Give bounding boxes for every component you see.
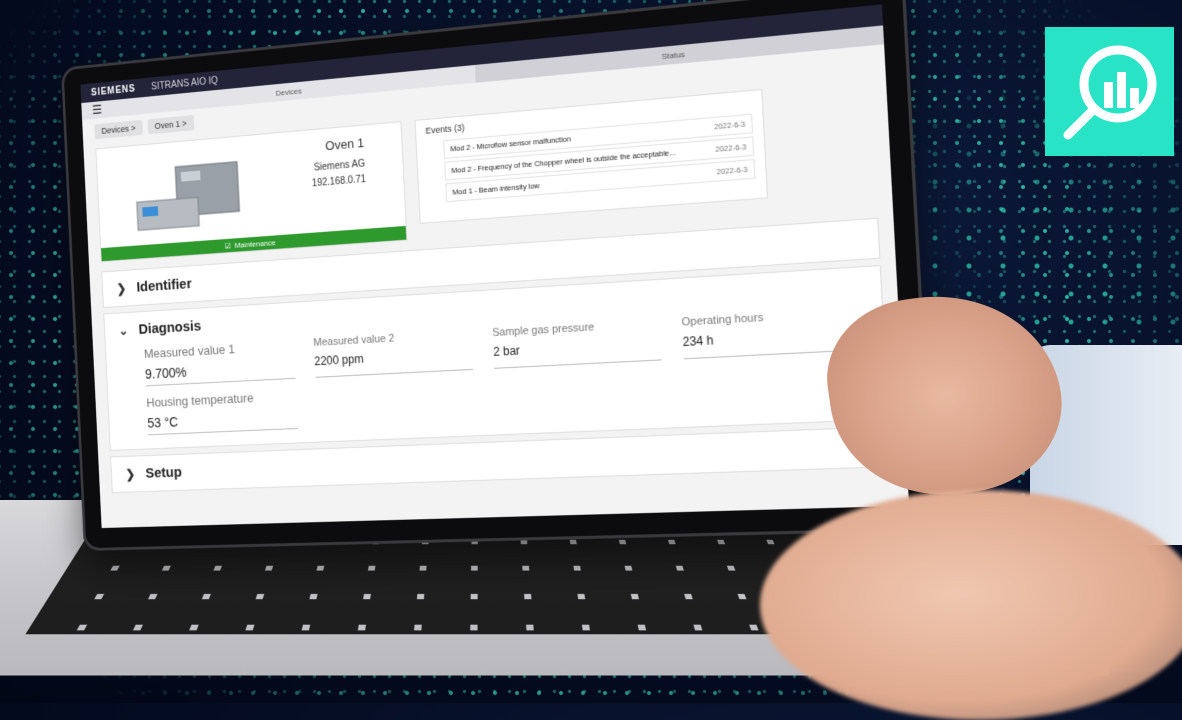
identifier-title: Identifier bbox=[136, 275, 193, 296]
chevron-right-icon: ❯ bbox=[125, 466, 136, 481]
event-date: 2022-6-3 bbox=[716, 164, 748, 177]
status-label: Maintenance bbox=[234, 237, 276, 250]
product-label: SITRANS AIO IQ bbox=[150, 75, 219, 93]
chevron-down-icon: ⌄ bbox=[118, 322, 129, 338]
field-value: 2 bar bbox=[492, 343, 521, 359]
hand-typing bbox=[760, 490, 1182, 720]
event-text: Mod 1 - Beam intensity low bbox=[452, 181, 540, 197]
field-value: 9.700% bbox=[144, 364, 187, 382]
device-info: Oven 1 Siemens AG 192.168.0.71 bbox=[310, 135, 366, 192]
hamburger-icon[interactable]: ☰ bbox=[81, 101, 112, 119]
logo-magnifier-chart-icon bbox=[1045, 27, 1174, 156]
device-image bbox=[132, 157, 250, 234]
field-housing-temperature: Housing temperature 53 °C bbox=[146, 388, 298, 436]
field-measured-value-1: Measured value 1 9.700% bbox=[143, 338, 296, 387]
device-ip: 192.168.0.71 bbox=[311, 174, 367, 190]
laptop-bezel: SIEMENS SITRANS AIO IQ ☰ Devices Status … bbox=[60, 0, 935, 551]
field-sample-gas-pressure: Sample gas pressure 2 bar bbox=[492, 317, 662, 369]
event-text: Mod 2 - Microflow sensor malfunction bbox=[450, 134, 572, 154]
breadcrumb-devices[interactable]: Devices > bbox=[94, 119, 143, 140]
device-card: Oven 1 Siemens AG 192.168.0.71 ☑ Mainten… bbox=[95, 121, 408, 263]
field-measured-value-2: Measured value 2 2200 ppm bbox=[313, 328, 474, 378]
check-icon: ☑ bbox=[224, 241, 232, 251]
setup-title: Setup bbox=[145, 464, 183, 482]
diagnosis-title: Diagnosis bbox=[138, 317, 202, 338]
field-label: Housing temperature bbox=[146, 390, 254, 410]
brand-label: SIEMENS bbox=[90, 83, 136, 98]
event-date: 2022-6-3 bbox=[715, 142, 747, 154]
field-value: 234 h bbox=[682, 333, 714, 350]
breadcrumb-oven[interactable]: Oven 1 > bbox=[147, 115, 195, 135]
chevron-right-icon: ❯ bbox=[116, 280, 127, 296]
field-value: 53 °C bbox=[147, 414, 179, 431]
device-name: Oven 1 bbox=[324, 135, 365, 154]
field-value: 2200 ppm bbox=[314, 351, 364, 369]
event-date: 2022-6-3 bbox=[713, 119, 746, 132]
app-screen: SIEMENS SITRANS AIO IQ ☰ Devices Status … bbox=[80, 4, 910, 529]
